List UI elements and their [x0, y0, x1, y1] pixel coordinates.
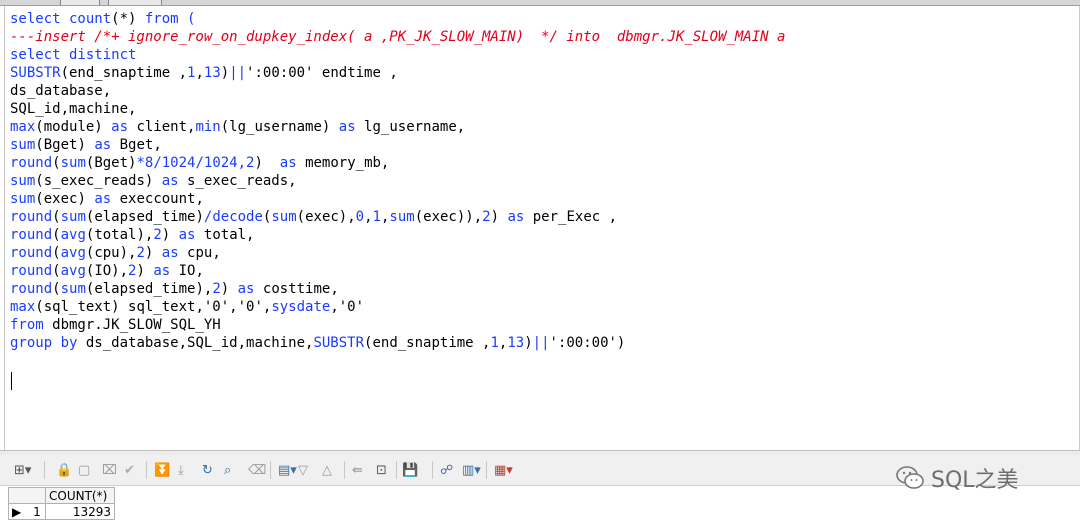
- row-indicator-header: [8, 487, 46, 504]
- lock-button[interactable]: 🔒: [56, 461, 72, 479]
- refresh-button[interactable]: ↻: [202, 461, 213, 479]
- refresh-icon: ↻: [202, 462, 213, 478]
- find-button[interactable]: ⌕: [224, 461, 231, 479]
- code-line: max(module) as client,min(lg_username) a…: [10, 119, 466, 135]
- code-line: round(sum(Bget)*8/1024/1024,2) as memory…: [10, 155, 390, 171]
- delete-record-button[interactable]: ⌧: [102, 461, 117, 479]
- code-line: sum(exec) as execcount,: [10, 191, 204, 207]
- watermark: SQL之美: [895, 460, 1019, 496]
- code-line: round(avg(IO),2) as IO,: [10, 263, 204, 279]
- fetch-next-icon: ⏬: [154, 462, 171, 478]
- toolbar-separator: [396, 461, 397, 479]
- code-line: round(avg(cpu),2) as cpu,: [10, 245, 221, 261]
- row-number: 1: [33, 504, 41, 519]
- table-view-button[interactable]: ▦▾: [494, 461, 513, 479]
- single-record-view-icon: ▤▾: [278, 462, 297, 478]
- toolbar-separator: [486, 461, 487, 479]
- table-view-icon: ▦▾: [494, 462, 513, 478]
- post-changes-button[interactable]: ✔: [124, 461, 135, 479]
- save-button[interactable]: 💾: [402, 461, 418, 479]
- code-line: ds_database,: [10, 83, 112, 99]
- connect-button[interactable]: ☍: [440, 461, 453, 479]
- watermark-text: SQL之美: [931, 468, 1019, 493]
- sort-button[interactable]: △: [322, 461, 332, 479]
- fetch-next-button[interactable]: ⏬: [154, 461, 170, 479]
- sql-code[interactable]: select count(*) from ( ---insert /*+ igno…: [10, 10, 785, 352]
- code-line: select count(*) from (: [10, 11, 196, 27]
- results-grid[interactable]: COUNT(*) ▶ 1 13293: [8, 487, 115, 520]
- toolbar-separator: [270, 461, 271, 479]
- grid-options-icon: ⊞▾: [14, 462, 32, 478]
- column-header[interactable]: COUNT(*): [45, 487, 115, 504]
- query-by-example-button[interactable]: ⇚: [352, 461, 363, 479]
- connect-icon: ☍: [440, 462, 454, 478]
- wechat-logo-icon: [896, 466, 924, 489]
- insert-record-icon: ▢: [78, 462, 91, 478]
- code-line: select distinct: [10, 47, 137, 63]
- code-line: from dbmgr.JK_SLOW_SQL_YH: [10, 317, 221, 333]
- lock-icon: 🔒: [56, 462, 73, 478]
- current-row-arrow-icon: ▶: [12, 504, 22, 519]
- save-icon: 💾: [402, 462, 419, 478]
- row-indicator[interactable]: ▶ 1: [8, 503, 46, 520]
- clear-button[interactable]: ⌫: [248, 461, 266, 479]
- tab-fragment[interactable]: [108, 0, 162, 5]
- code-line: ---insert /*+ ignore_row_on_dupkey_index…: [10, 29, 786, 45]
- chart-icon: ▥▾: [462, 462, 481, 478]
- code-line: round(avg(total),2) as total,: [10, 227, 255, 243]
- code-line: round(sum(elapsed_time),2) as costtime,: [10, 281, 339, 297]
- find-icon: ⌕: [224, 462, 232, 478]
- post-changes-icon: ✔: [124, 462, 135, 478]
- export-button[interactable]: ⊡: [376, 461, 387, 479]
- toolbar-separator: [44, 461, 45, 479]
- toolbar-separator: [344, 461, 345, 479]
- toolbar-separator: [432, 461, 433, 479]
- code-line: group by ds_database,SQL_id,machine,SUBS…: [10, 335, 626, 351]
- insert-record-button[interactable]: ▢: [78, 461, 90, 479]
- code-line: sum(s_exec_reads) as s_exec_reads,: [10, 173, 297, 189]
- code-line: SUBSTR(end_snaptime ,1,13)||':00:00' end…: [10, 65, 398, 81]
- code-line: SQL_id,machine,: [10, 101, 137, 117]
- sort-icon: △: [322, 462, 332, 478]
- code-line: round(sum(elapsed_time)/decode(sum(exec)…: [10, 209, 618, 225]
- query-by-example-icon: ⇚: [352, 462, 363, 478]
- toolbar-separator: [146, 461, 147, 479]
- filter-icon: ▽: [298, 462, 308, 478]
- filter-button[interactable]: ▽: [298, 461, 308, 479]
- sql-editor[interactable]: select count(*) from ( ---insert /*+ igno…: [4, 6, 1080, 450]
- chart-button[interactable]: ▥▾: [462, 461, 481, 479]
- result-cell[interactable]: 13293: [45, 503, 115, 520]
- fetch-all-icon: ⤓: [178, 462, 184, 478]
- code-line: sum(Bget) as Bget,: [10, 137, 162, 153]
- delete-record-icon: ⌧: [102, 462, 117, 478]
- fetch-all-button[interactable]: ⤓: [178, 461, 184, 479]
- text-caret: [11, 372, 12, 390]
- tab-fragment[interactable]: [60, 0, 100, 5]
- grid-options-button[interactable]: ⊞▾: [14, 461, 31, 479]
- single-record-view-button[interactable]: ▤▾: [278, 461, 297, 479]
- code-line: max(sql_text) sql_text,'0','0',sysdate,'…: [10, 299, 365, 315]
- clear-icon: ⌫: [248, 462, 267, 478]
- export-icon: ⊡: [376, 462, 387, 478]
